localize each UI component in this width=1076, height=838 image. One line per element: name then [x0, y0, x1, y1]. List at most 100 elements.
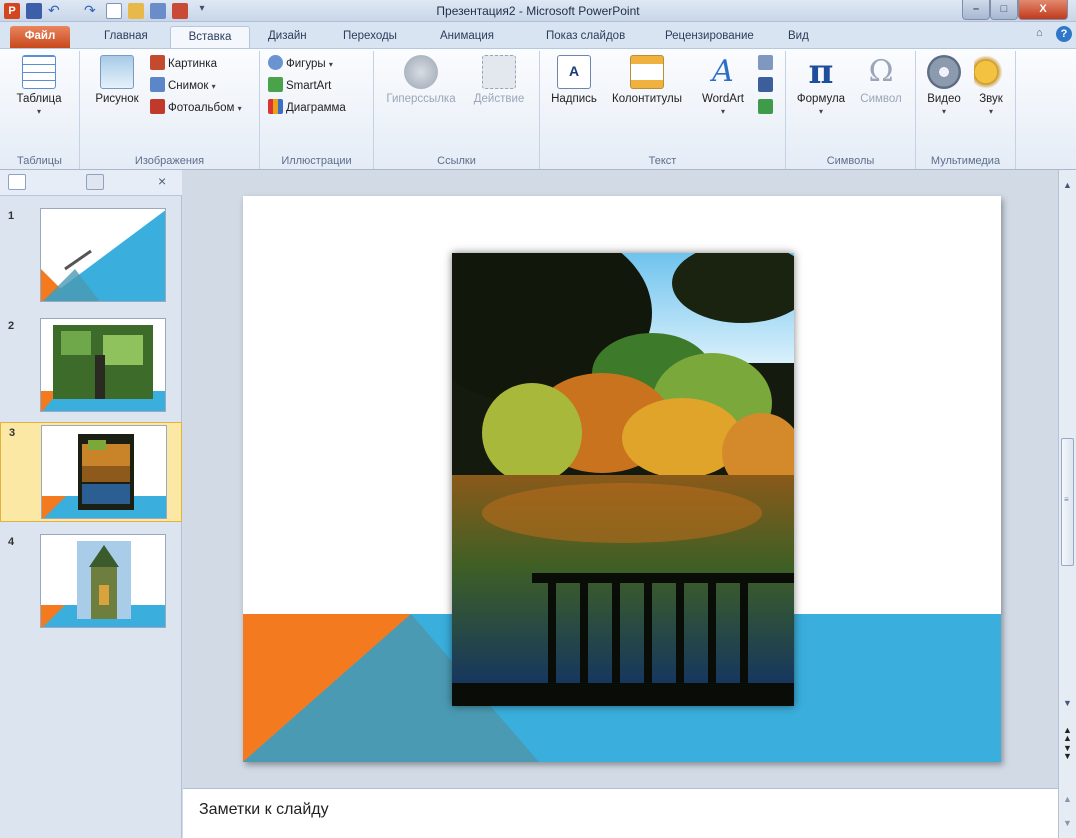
smartart-button[interactable]: SmartArt [268, 77, 331, 95]
group-media: Видео ▾ Звук ▾ Мультимедиа [916, 51, 1016, 169]
slide-number: 3 [9, 427, 16, 439]
slide-thumbnail-1[interactable]: 1 [0, 206, 182, 306]
slide-thumbnail-3[interactable]: 3 [0, 422, 182, 522]
audio-label: Звук [979, 93, 1003, 105]
scroll-down-icon[interactable]: ▼ [1063, 698, 1072, 708]
textbox-label: Надпись [551, 93, 597, 105]
previous-slide-icon[interactable]: ▲ ▲ [1063, 726, 1072, 743]
slide-number-button[interactable] [758, 77, 776, 95]
headerfooter-button[interactable]: Колонтитулы [604, 55, 690, 105]
slide-thumbnail-4[interactable]: 4 [0, 532, 182, 632]
video-label: Видео [927, 93, 961, 105]
tab-transitions[interactable]: Переходы [335, 26, 405, 48]
chart-label: Диаграмма [286, 102, 346, 114]
table-icon [22, 55, 56, 89]
photoalbum-label: Фотоальбом [168, 102, 235, 114]
slides-panel: × 1 2 3 4 [0, 170, 182, 838]
slide-preview [40, 318, 166, 412]
clipart-button[interactable]: Картинка [150, 55, 217, 73]
slide-canvas[interactable] [243, 196, 1001, 762]
cathedral-thumbnail [41, 541, 165, 627]
title-slide-thumbnail [41, 210, 165, 301]
scroll-down-icon[interactable]: ▼ [1063, 818, 1072, 828]
maximize-button[interactable]: □ [990, 0, 1018, 20]
headerfooter-label: Колонтитулы [612, 93, 682, 105]
group-tables-label: Таблицы [17, 155, 62, 167]
tab-view[interactable]: Вид [780, 26, 817, 48]
object-button[interactable] [758, 99, 776, 117]
group-illustrations: Фигуры ▾ SmartArt Диаграмма Иллюстрации [260, 51, 374, 169]
action-button[interactable]: Действие [466, 55, 532, 105]
speaker-icon [974, 55, 1008, 89]
vertical-scrollbar[interactable]: ▲ ≡ ▼ ▲ ▲ ▼ ▼ [1058, 170, 1076, 788]
hyperlink-label: Гиперссылка [386, 93, 456, 105]
symbol-button[interactable]: Ω Символ [852, 55, 910, 106]
scroll-thumb[interactable]: ≡ [1061, 438, 1074, 566]
tab-animations[interactable]: Анимация [432, 26, 502, 48]
hyperlink-button[interactable]: Гиперссылка [380, 55, 462, 105]
screenshot-label: Снимок [168, 80, 209, 92]
slide-preview [41, 425, 167, 519]
slide-number: 1 [8, 210, 15, 222]
table-button[interactable]: Таблица ▾ [6, 55, 72, 117]
autumn-lake-thumbnail [42, 434, 166, 518]
symbol-label: Символ [860, 93, 902, 105]
group-links-label: Ссылки [437, 155, 476, 167]
object-icon [758, 99, 773, 114]
slide-preview [40, 534, 166, 628]
slide-thumbnail-2[interactable]: 2 [0, 316, 182, 416]
smartart-icon [268, 77, 283, 92]
scroll-up-icon[interactable]: ▲ [1063, 794, 1072, 804]
ribbon-minimize-icon[interactable]: ⌂ [1036, 27, 1050, 41]
photoalbum-icon [150, 99, 165, 114]
wordart-label: WordArt [702, 93, 744, 105]
tab-home[interactable]: Главная [96, 26, 156, 48]
slide-photo[interactable] [452, 253, 794, 706]
hyperlink-globe-icon [404, 55, 438, 89]
group-illustrations-label: Иллюстрации [281, 155, 352, 167]
help-icon[interactable]: ? [1056, 26, 1072, 42]
chart-button[interactable]: Диаграмма [268, 99, 346, 117]
outline-tab-icon[interactable] [86, 174, 104, 190]
close-button[interactable]: X [1018, 0, 1068, 20]
group-media-label: Мультимедиа [930, 155, 1001, 167]
wordart-button[interactable]: A WordArt ▾ [690, 55, 756, 117]
equation-label: Формула [796, 93, 846, 105]
picture-button[interactable]: Рисунок [86, 55, 148, 105]
group-links: Гиперссылка Действие Ссылки [374, 51, 540, 169]
minimize-button[interactable]: – [962, 0, 990, 20]
window-title: Презентация2 - Microsoft PowerPoint [436, 4, 640, 18]
tab-review[interactable]: Рецензирование [657, 26, 762, 48]
group-text-label: Текст [648, 155, 677, 167]
tab-file[interactable]: Файл [10, 26, 70, 48]
clipart-label: Картинка [168, 58, 217, 70]
picture-label: Рисунок [95, 93, 139, 105]
textbox-button[interactable]: A Надпись [544, 55, 604, 105]
headerfooter-icon [630, 55, 664, 89]
shapes-button[interactable]: Фигуры ▾ [268, 55, 333, 73]
notes-pane[interactable]: Заметки к слайду [183, 788, 1058, 838]
slide-number-icon [758, 77, 773, 92]
date-time-button[interactable] [758, 55, 776, 73]
group-images-label: Изображения [134, 155, 205, 167]
scroll-up-icon[interactable]: ▲ [1063, 180, 1072, 190]
next-slide-icon[interactable]: ▼ ▼ [1063, 744, 1072, 761]
tab-design[interactable]: Дизайн [260, 26, 315, 48]
screenshot-button[interactable]: Снимок ▾ [150, 77, 216, 95]
photoalbum-button[interactable]: Фотоальбом ▾ [150, 99, 242, 117]
slide-number: 4 [8, 536, 15, 548]
clipart-icon [150, 55, 165, 70]
notes-placeholder[interactable]: Заметки к слайду [199, 801, 329, 819]
notes-scrollbar[interactable]: ▲ ▼ [1058, 788, 1076, 838]
pi-icon: π [808, 52, 834, 92]
audio-button[interactable]: Звук ▾ [970, 55, 1012, 117]
textbox-icon: A [557, 55, 591, 89]
tab-insert[interactable]: Вставка [170, 26, 250, 48]
close-panel-icon[interactable]: × [158, 173, 166, 189]
equation-button[interactable]: π Формула ▾ [792, 55, 850, 117]
slides-tab-icon[interactable] [8, 174, 26, 190]
video-button[interactable]: Видео ▾ [920, 55, 968, 117]
tab-slideshow[interactable]: Показ слайдов [538, 26, 633, 48]
group-symbols-label: Символы [826, 155, 875, 167]
group-tables: Таблица ▾ Таблицы [0, 51, 80, 169]
